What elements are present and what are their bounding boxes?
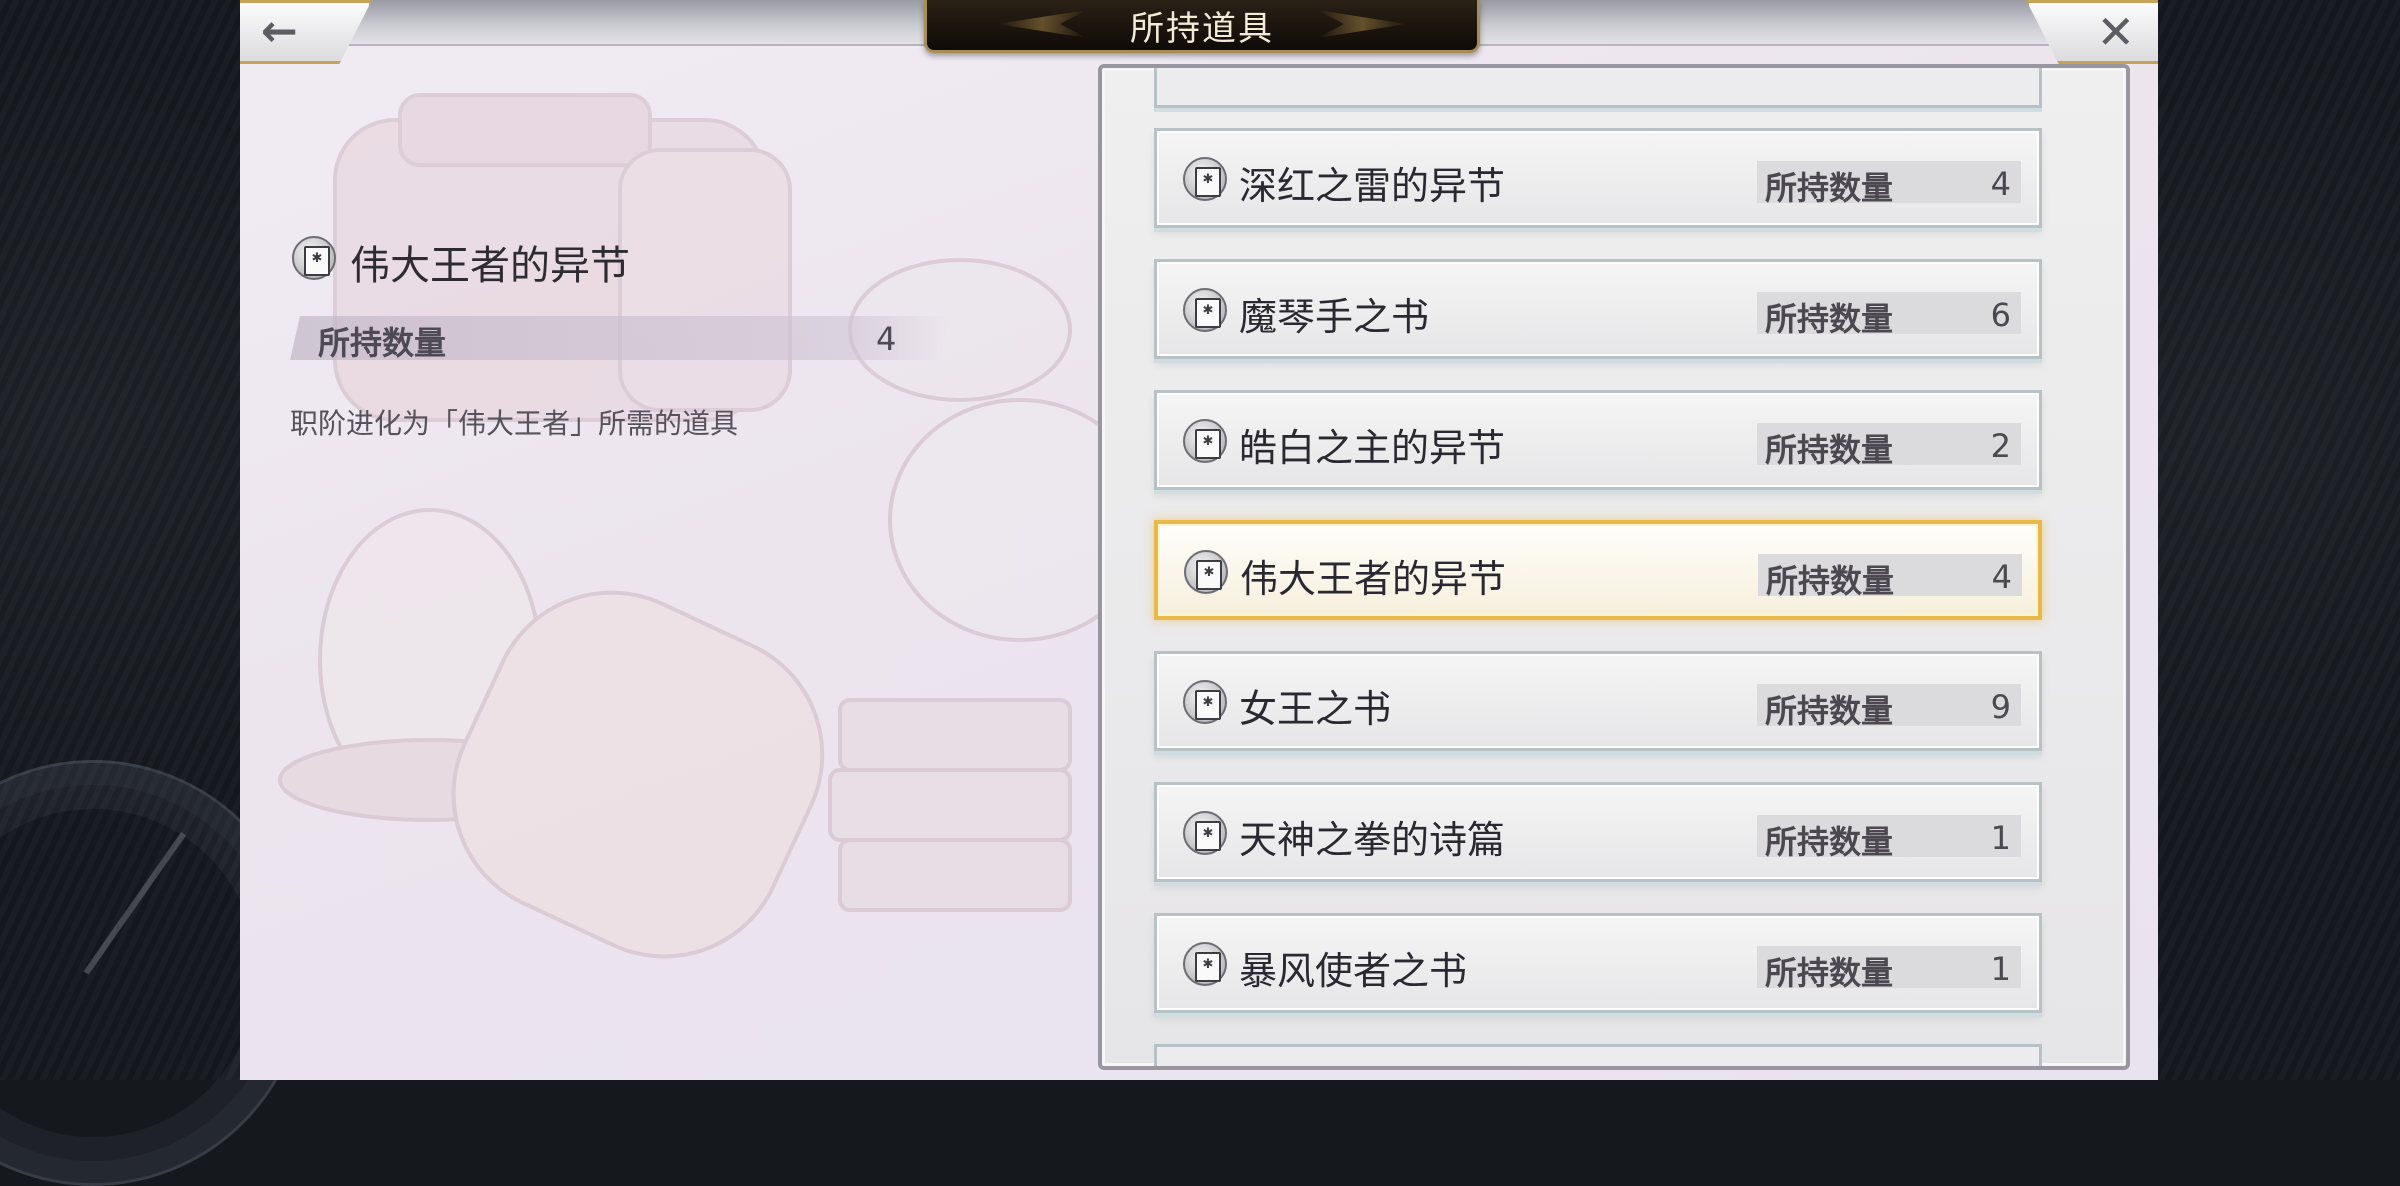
item-list[interactable]: ✱ 深红之雷的异节 所持数量 4 ✱ 魔琴手之书 所持数量 6 ✱ 皓白之主的异… [1098, 64, 2130, 1070]
item-name: 女王之书 [1239, 687, 1392, 731]
book-icon: ✱ [1183, 680, 1227, 724]
item-name: 皓白之主的异节 [1239, 426, 1506, 470]
book-icon: ✱ [1183, 288, 1227, 332]
item-name: 魔琴手之书 [1239, 295, 1430, 339]
item-quantity-value: 2 [1990, 427, 2011, 465]
close-icon: ✕ [2096, 5, 2135, 59]
background-left [0, 0, 306, 1186]
item-quantity-label: 所持数量 [1766, 562, 1895, 600]
detail-description: 职阶进化为「伟大王者」所需的道具 [290, 407, 739, 440]
item-quantity: 所持数量 6 [1757, 292, 2021, 338]
item-quantity-label: 所持数量 [1765, 692, 1894, 730]
list-item[interactable]: ✱ 女王之书 所持数量 9 [1154, 651, 2042, 751]
item-quantity-label: 所持数量 [1765, 954, 1894, 992]
list-item[interactable]: ✱ 天神之拳的诗篇 所持数量 1 [1154, 782, 2042, 882]
book-icon: ✱ [1183, 419, 1227, 463]
item-quantity-value: 1 [1990, 819, 2011, 857]
list-item[interactable]: ✱ 皓白之主的异节 所持数量 2 [1154, 390, 2042, 490]
background-right [2158, 0, 2400, 1080]
item-quantity-value: 4 [1990, 165, 2011, 203]
item-quantity-value: 1 [1990, 950, 2011, 988]
item-quantity: 所持数量 4 [1757, 161, 2021, 207]
list-item-selected[interactable]: ✱ 伟大王者的异节 所持数量 4 [1154, 520, 2042, 620]
list-item[interactable]: ✱ 深红之雷的异节 所持数量 4 [1154, 128, 2042, 228]
item-quantity-value: 6 [1990, 296, 2011, 334]
item-quantity-label: 所持数量 [1765, 431, 1894, 469]
item-quantity-label: 所持数量 [1765, 823, 1894, 861]
book-icon: ✱ [1184, 550, 1228, 594]
item-quantity-label: 所持数量 [1765, 300, 1894, 338]
item-name: 暴风使者之书 [1239, 949, 1468, 993]
book-icon: ✱ [292, 236, 336, 280]
item-quantity-label: 所持数量 [1765, 169, 1894, 207]
item-quantity: 所持数量 2 [1757, 423, 2021, 469]
item-quantity: 所持数量 4 [1758, 554, 2022, 600]
item-name: 深红之雷的异节 [1239, 164, 1506, 208]
item-quantity: 所持数量 9 [1757, 684, 2021, 730]
list-item[interactable]: ✱ 暴风使者之书 所持数量 1 [1154, 913, 2042, 1013]
page-title: 所持道具 [1130, 8, 1274, 49]
book-icon: ✱ [1183, 157, 1227, 201]
item-quantity: 所持数量 1 [1757, 815, 2021, 861]
list-item[interactable] [1154, 1044, 2042, 1066]
item-quantity: 所持数量 1 [1757, 946, 2021, 992]
item-list-viewport[interactable]: ✱ 深红之雷的异节 所持数量 4 ✱ 魔琴手之书 所持数量 6 ✱ 皓白之主的异… [1102, 68, 2126, 1066]
book-icon: ✱ [1183, 942, 1227, 986]
back-arrow-icon: ← [261, 6, 298, 57]
items-illustration [278, 93, 1140, 959]
book-icon: ✱ [1183, 811, 1227, 855]
item-quantity-value: 4 [1991, 558, 2012, 596]
item-name: 伟大王者的异节 [1240, 557, 1507, 601]
title-plate: 所持道具 [924, 0, 1480, 53]
list-item[interactable] [1154, 68, 2042, 108]
item-quantity-value: 9 [1990, 688, 2011, 726]
list-item[interactable]: ✱ 魔琴手之书 所持数量 6 [1154, 259, 2042, 359]
detail-item-name: 伟大王者的异节 [350, 243, 630, 289]
detail-quantity-value: 4 [876, 320, 897, 358]
items-panel: ← 所持道具 ✕ ✱ 伟大王者的异节 所持数量 4 职阶进化为「伟大王者」所需的… [240, 0, 2158, 1080]
close-button[interactable]: ✕ [2026, 0, 2158, 64]
item-name: 天神之拳的诗篇 [1239, 818, 1506, 862]
detail-quantity-label: 所持数量 [318, 324, 447, 362]
